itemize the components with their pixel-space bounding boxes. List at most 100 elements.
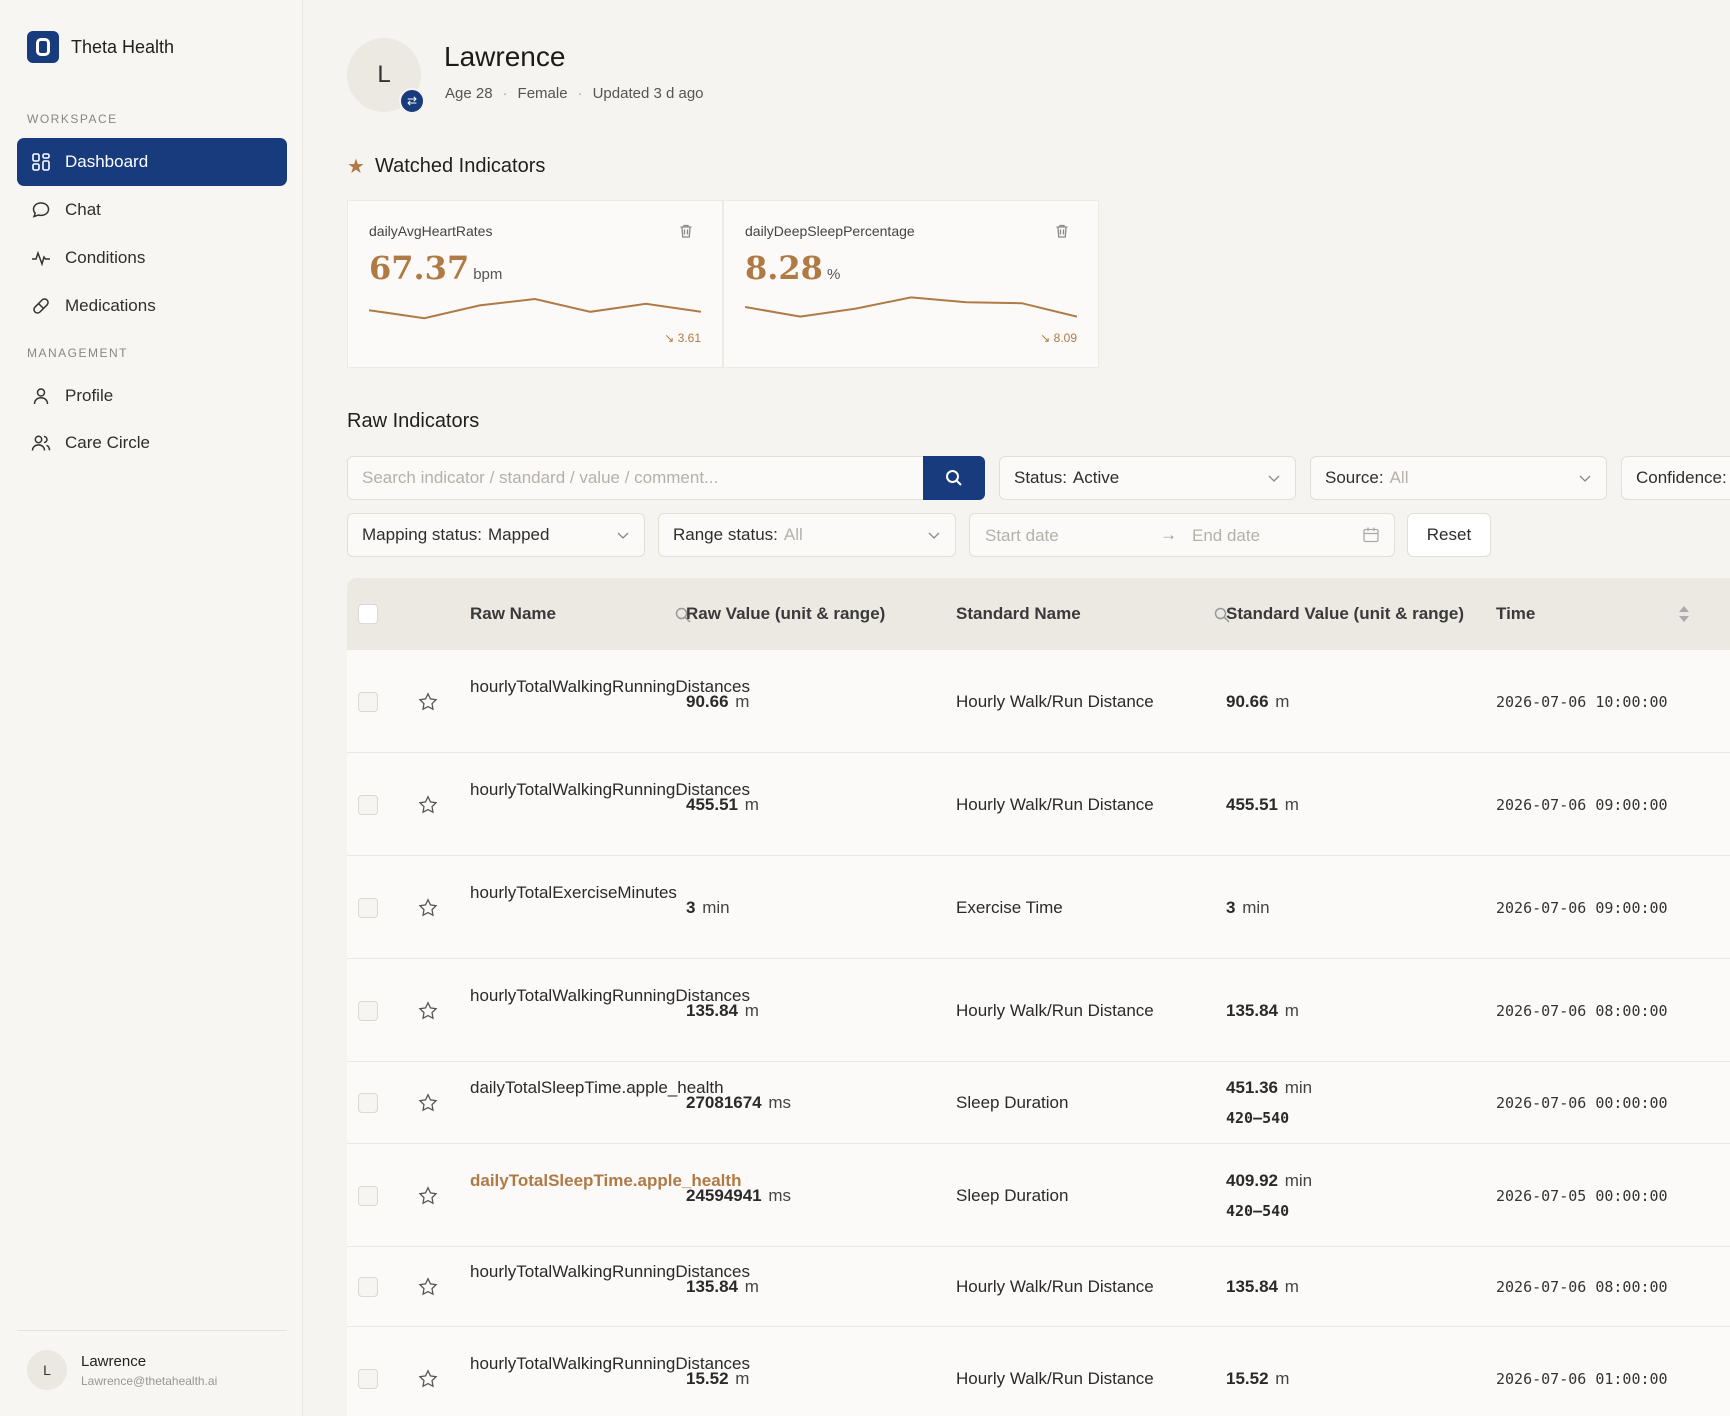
table-row[interactable]: dailyTotalSleepTime.apple_health 27081674… xyxy=(347,1062,1730,1144)
column-header-raw-name[interactable]: Raw Name xyxy=(470,604,556,624)
end-date[interactable]: End date xyxy=(1192,526,1260,546)
arrow-right-icon: → xyxy=(1160,525,1177,544)
table-row[interactable]: hourlyTotalWalkingRunningDistances 135.84… xyxy=(347,1247,1730,1327)
raw-value-cell: 455.51 m xyxy=(686,794,759,814)
star-outline-icon[interactable] xyxy=(417,1092,439,1114)
sidebar-item-label: Care Circle xyxy=(65,433,151,452)
row-checkbox[interactable] xyxy=(358,794,378,815)
raw-value-cell: 3 min xyxy=(686,897,730,917)
current-user[interactable]: L Lawrence Lawrence@thetahealth.ai xyxy=(27,1350,217,1390)
raw-value-cell: 24594941 ms xyxy=(686,1185,792,1205)
sidebar-item-profile[interactable]: Profile xyxy=(17,372,287,420)
standard-value-cell: 3 min xyxy=(1226,897,1270,917)
card-delta: ↘ 8.09 xyxy=(1040,331,1077,345)
standard-name-cell: Sleep Duration xyxy=(956,1185,1069,1205)
card-label: dailyAvgHeartRates xyxy=(369,223,493,239)
user-email: Lawrence@thetahealth.ai xyxy=(81,1373,218,1388)
watched-card[interactable]: dailyDeepSleepPercentage 8.28% ↘ 8.09 xyxy=(723,200,1099,368)
column-header-standard-value: Standard Value (unit & range) xyxy=(1226,604,1465,623)
column-header-standard-name[interactable]: Standard Name xyxy=(956,604,1081,624)
row-checkbox[interactable] xyxy=(358,1185,378,1206)
time-cell: 2026-07-06 09:00:00 xyxy=(1496,795,1668,814)
raw-name-cell[interactable]: dailyTotalSleepTime.apple_health xyxy=(470,1166,741,1196)
sidebar-item-medications[interactable]: Medications xyxy=(17,282,287,330)
star-outline-icon[interactable] xyxy=(417,1276,439,1298)
standard-name-cell: Hourly Walk/Run Distance xyxy=(956,1277,1154,1296)
search-input[interactable] xyxy=(347,456,925,500)
chevron-down-icon xyxy=(617,532,629,539)
person-icon xyxy=(31,386,51,406)
table-row[interactable]: dailyTotalSleepTime.apple_health 24594941… xyxy=(347,1144,1730,1247)
calendar-icon xyxy=(1363,527,1379,543)
management-section-label: MANAGEMENT xyxy=(27,346,129,360)
column-header-raw-value: Raw Value (unit & range) xyxy=(686,604,886,623)
separator-dot: · xyxy=(502,85,508,102)
people-icon xyxy=(31,433,51,453)
sidebar-item-conditions[interactable]: Conditions xyxy=(17,234,287,282)
standard-value-cell: 451.36 min 420–540 xyxy=(1226,1073,1312,1133)
raw-value-cell: 15.52 m xyxy=(686,1368,750,1388)
watched-indicators-title: ★ Watched Indicators xyxy=(347,154,545,179)
sort-icon[interactable] xyxy=(1677,604,1691,624)
standard-value-cell: 135.84 m xyxy=(1226,1277,1299,1296)
row-checkbox[interactable] xyxy=(358,691,378,712)
sparkline-path xyxy=(745,296,1077,318)
raw-value-cell: 90.66 m xyxy=(686,691,750,711)
switch-patient-icon[interactable]: ⇄ xyxy=(399,88,425,114)
card-label: dailyDeepSleepPercentage xyxy=(745,223,915,239)
trash-icon[interactable] xyxy=(678,223,694,239)
reset-button[interactable]: Reset xyxy=(1407,513,1491,557)
star-outline-icon[interactable] xyxy=(417,1368,439,1390)
brand[interactable]: Theta Health xyxy=(27,31,174,63)
mapping-status-select[interactable]: Mapping status: Mapped xyxy=(347,513,645,557)
trash-icon[interactable] xyxy=(1054,223,1070,239)
source-select[interactable]: Source: All xyxy=(1310,456,1607,500)
row-checkbox[interactable] xyxy=(358,1000,378,1021)
select-all-checkbox[interactable] xyxy=(358,604,378,624)
star-outline-icon[interactable] xyxy=(417,897,439,919)
time-cell: 2026-07-06 09:00:00 xyxy=(1496,898,1668,917)
raw-indicators-title: Raw Indicators xyxy=(347,410,480,432)
sidebar-item-chat[interactable]: Chat xyxy=(17,186,287,234)
date-range-picker[interactable]: Start date → End date xyxy=(969,513,1395,557)
table-row[interactable]: hourlyTotalExerciseMinutes 3 min Exercise … xyxy=(347,856,1730,959)
standard-name-cell: Sleep Duration xyxy=(956,1093,1069,1112)
row-checkbox[interactable] xyxy=(358,897,378,918)
standard-value-cell: 135.84 m xyxy=(1226,1000,1299,1020)
row-checkbox[interactable] xyxy=(358,1093,378,1113)
range-status-select[interactable]: Range status: All xyxy=(658,513,956,557)
sidebar-item-care-circle[interactable]: Care Circle xyxy=(17,419,287,467)
confidence-select[interactable]: Confidence: xyxy=(1621,456,1730,500)
table-row[interactable]: hourlyTotalWalkingRunningDistances 90.66 … xyxy=(347,650,1730,753)
status-select[interactable]: Status: Active xyxy=(999,456,1296,500)
raw-value-cell: 135.84 m xyxy=(686,1000,759,1020)
table-header: Raw Name Raw Value (unit & range) Standa… xyxy=(347,578,1730,650)
standard-name-cell: Hourly Walk/Run Distance xyxy=(956,1368,1154,1388)
watched-card[interactable]: dailyAvgHeartRates 67.37 bpm ↘ 3.61 xyxy=(347,200,723,368)
star-outline-icon[interactable] xyxy=(417,691,439,713)
standard-name-cell: Exercise Time xyxy=(956,897,1063,917)
star-outline-icon[interactable] xyxy=(417,1000,439,1022)
standard-value-cell: 409.92 min 420–540 xyxy=(1226,1166,1312,1226)
sparkline xyxy=(369,297,701,320)
pulse-icon xyxy=(31,248,51,268)
table-row[interactable]: hourlyTotalWalkingRunningDistances 135.84… xyxy=(347,959,1730,1062)
search-button[interactable] xyxy=(923,456,985,500)
standard-range: 420–540 xyxy=(1226,1109,1290,1127)
table-row[interactable]: hourlyTotalWalkingRunningDistances 455.51… xyxy=(347,753,1730,856)
star-outline-icon[interactable] xyxy=(417,1185,439,1207)
pill-icon xyxy=(31,296,51,316)
row-checkbox[interactable] xyxy=(358,1368,378,1389)
sidebar-item-dashboard[interactable]: Dashboard xyxy=(17,138,287,186)
theta-logo-icon xyxy=(27,31,59,63)
table-row[interactable]: hourlyTotalWalkingRunningDistances 15.52 … xyxy=(347,1327,1730,1416)
row-checkbox[interactable] xyxy=(358,1277,378,1297)
raw-name-cell: hourlyTotalExerciseMinutes xyxy=(470,882,677,902)
raw-name-cell: hourlyTotalWalkingRunningDistances xyxy=(470,985,751,1005)
time-cell: 2026-07-06 10:00:00 xyxy=(1496,692,1668,711)
column-header-time[interactable]: Time xyxy=(1496,604,1535,624)
chevron-down-icon xyxy=(1268,475,1280,482)
main-content: L ⇄ Lawrence Age 28 · Female · Updated 3… xyxy=(303,0,1730,1416)
start-date[interactable]: Start date xyxy=(985,526,1059,546)
star-outline-icon[interactable] xyxy=(417,794,439,816)
